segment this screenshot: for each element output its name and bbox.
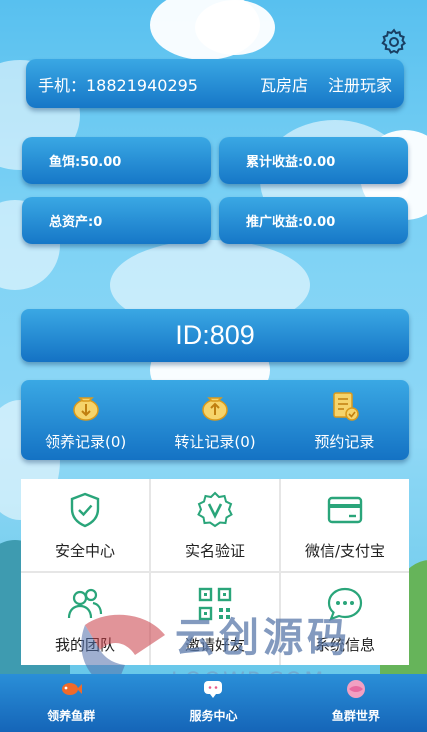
clipboard-check-icon [333,391,360,421]
stat-total-income: 累计收益:0.00 [219,137,408,184]
chat-bubble-icon [327,587,363,621]
stat-bait: 鱼饵:50.00 [22,137,211,184]
account-bar: 手机：18821940295 瓦房店 注册玩家 [26,59,404,108]
transfer-records-button[interactable]: 转让记录(0) [150,380,279,460]
adoption-records-button[interactable]: 领养记录(0) [21,380,150,460]
nav-adopt-fish-label: 领养鱼群 [47,709,96,723]
adoption-records-label: 领养记录(0) [45,432,127,451]
globe-fish-icon [346,680,365,698]
reservation-records-button[interactable]: 预约记录 [280,380,409,460]
nav-service-center-label: 服务中心 [189,709,238,723]
stat-total-assets-value: 总资产:0 [49,215,103,230]
my-team-label: 我的团队 [54,635,115,654]
my-team-button[interactable]: 我的团队 [21,573,149,665]
service-icon [204,681,223,698]
stat-total-income-value: 累计收益:0.00 [246,155,336,170]
system-info-label: 系统信息 [314,635,375,654]
shop-label[interactable]: 瓦房店 [260,72,308,96]
system-info-button[interactable]: 系统信息 [281,573,409,665]
bottom-nav: 领养鱼群 服务中心 鱼群世界 [0,674,427,732]
wechat-alipay-label: 微信/支付宝 [304,541,386,560]
security-center-button[interactable]: 安全中心 [21,479,149,571]
stat-promo-income: 推广收益:0.00 [219,197,408,244]
phone-number: 手机：18821940295 [38,75,198,95]
stat-promo-income-value: 推广收益:0.00 [246,215,336,230]
transfer-records-label: 转让记录(0) [174,432,256,451]
invite-friends-button[interactable]: 邀请好友 [151,573,279,665]
records-panel: 领养记录(0) 转让记录(0) 预约记录 [21,380,409,460]
register-button[interactable]: 注册玩家 [328,72,392,96]
team-icon [67,588,103,618]
money-bag-up-icon [202,396,228,421]
gear-icon[interactable] [379,27,409,57]
shield-check-icon [70,492,100,527]
nav-fish-world[interactable]: 鱼群世界 [285,674,427,732]
qr-code-icon [198,587,232,620]
stat-total-assets: 总资产:0 [22,197,211,244]
fish-icon [62,683,83,695]
card-icon [327,496,363,523]
real-name-verify-button[interactable]: 实名验证 [151,479,279,571]
nav-adopt-fish[interactable]: 领养鱼群 [0,674,142,732]
wechat-alipay-button[interactable]: 微信/支付宝 [281,479,409,571]
feature-grid: 安全中心 实名验证 微信/支付宝 我的团队 邀请好友 系统信息 [21,479,409,665]
stat-bait-value: 鱼饵:50.00 [49,155,122,170]
nav-service-center[interactable]: 服务中心 [142,674,284,732]
security-center-label: 安全中心 [54,541,115,560]
reservation-records-label: 预约记录 [314,432,375,451]
verified-badge-icon [197,491,233,527]
real-name-verify-label: 实名验证 [184,541,245,560]
nav-fish-world-label: 鱼群世界 [331,709,380,723]
invite-friends-label: 邀请好友 [184,635,245,654]
money-bag-down-icon [72,396,99,421]
user-id-banner: ID:809 [21,309,409,362]
